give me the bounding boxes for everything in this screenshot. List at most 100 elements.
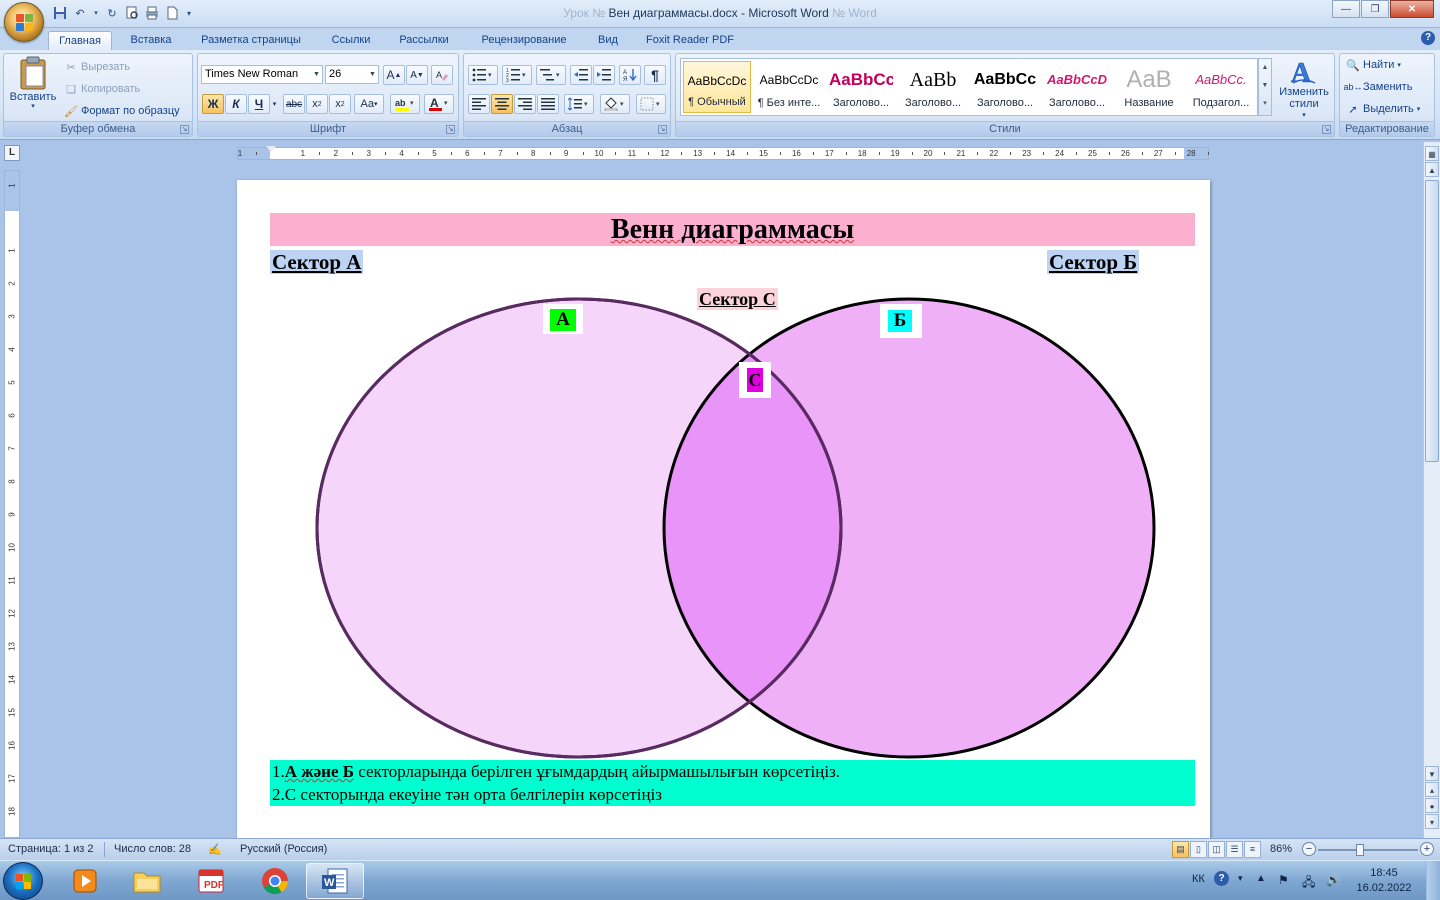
- taskbar-chrome[interactable]: [246, 863, 304, 899]
- align-left-button[interactable]: [468, 94, 490, 114]
- taskbar-explorer[interactable]: [118, 863, 176, 899]
- tab-mailings[interactable]: Рассылки: [390, 31, 458, 50]
- align-center-button[interactable]: [491, 94, 513, 114]
- format-painter-button[interactable]: 🖌 Формат по образцу: [64, 104, 180, 118]
- system-clock[interactable]: 18:45 16.02.2022: [1352, 866, 1416, 896]
- styles-gallery-scroll[interactable]: ▲ ▼ ▾: [1258, 58, 1272, 116]
- clipboard-dialog-launcher[interactable]: ↘: [180, 125, 189, 134]
- tray-dropdown-icon[interactable]: ▾: [1238, 873, 1243, 884]
- cut-button[interactable]: ✂ Вырезать: [64, 60, 130, 74]
- find-button[interactable]: 🔍 Найти ▾: [1346, 58, 1401, 72]
- highlight-button[interactable]: ab ▾: [390, 94, 420, 114]
- justify-button[interactable]: [537, 94, 559, 114]
- replace-button[interactable]: ab↔ Заменить: [1344, 80, 1413, 94]
- paragraph-dialog-launcher[interactable]: ↘: [658, 125, 667, 134]
- underline-dropdown-icon[interactable]: ▾: [270, 94, 279, 114]
- superscript-button[interactable]: x2: [329, 94, 351, 114]
- shrink-font-button[interactable]: A ▼: [406, 65, 428, 85]
- font-size-combo[interactable]: 26 ▼: [325, 65, 379, 84]
- volume-icon[interactable]: 🔊: [1326, 873, 1341, 887]
- help-tray-icon[interactable]: ?: [1214, 871, 1229, 886]
- chevron-down-icon[interactable]: ▼: [1259, 77, 1271, 95]
- taskbar-presentation-app[interactable]: PDF: [182, 863, 240, 899]
- italic-button[interactable]: К: [225, 94, 247, 114]
- tab-home[interactable]: Главная: [48, 31, 112, 50]
- styles-dialog-launcher[interactable]: ↘: [1322, 125, 1331, 134]
- browse-object-icon[interactable]: ●: [1425, 798, 1439, 813]
- clear-formatting-button[interactable]: A: [431, 65, 453, 85]
- restore-button[interactable]: ❐: [1361, 0, 1389, 18]
- sort-button[interactable]: AЯ: [619, 65, 641, 85]
- word-count[interactable]: Число слов: 28: [114, 843, 191, 855]
- shading-button[interactable]: ▾: [600, 94, 630, 114]
- office-button[interactable]: [4, 2, 44, 42]
- copy-button[interactable]: ❏ Копировать: [64, 82, 140, 96]
- underline-button[interactable]: Ч: [248, 94, 270, 114]
- subscript-button[interactable]: x2: [306, 94, 328, 114]
- close-button[interactable]: ✕: [1390, 0, 1434, 18]
- print-layout-view-button[interactable]: ▤: [1172, 841, 1189, 858]
- taskbar-word[interactable]: W: [306, 863, 364, 899]
- zoom-out-icon[interactable]: −: [1302, 842, 1316, 856]
- start-button[interactable]: [3, 862, 43, 900]
- numbering-button[interactable]: 1 2 3 ▾: [502, 65, 532, 85]
- scrollbar-thumb[interactable]: [1425, 180, 1439, 462]
- tab-references[interactable]: Ссылки: [322, 31, 380, 50]
- line-spacing-button[interactable]: ▾: [564, 94, 594, 114]
- zoom-in-icon[interactable]: +: [1420, 842, 1434, 856]
- next-page-icon[interactable]: ▾: [1425, 814, 1439, 829]
- tab-insert[interactable]: Вставка: [122, 31, 180, 50]
- network-icon[interactable]: 🖧: [1302, 873, 1315, 894]
- indent-marker[interactable]: [266, 146, 276, 152]
- style-heading-4[interactable]: AaBbCcD Заголово...: [1043, 61, 1111, 113]
- full-screen-reading-button[interactable]: ▯: [1190, 841, 1207, 858]
- minimize-button[interactable]: —: [1332, 0, 1360, 18]
- multilevel-list-button[interactable]: ▾: [536, 65, 566, 85]
- font-color-button[interactable]: A ▾: [424, 94, 454, 114]
- change-case-button[interactable]: Aa ▾: [354, 94, 384, 114]
- scroll-down-icon[interactable]: ▼: [1425, 766, 1439, 781]
- increase-indent-button[interactable]: [593, 65, 615, 85]
- style-heading-3[interactable]: AaBbCc Заголово...: [971, 61, 1039, 113]
- show-hidden-icons-icon[interactable]: ▲: [1256, 873, 1266, 884]
- select-button[interactable]: ➚ Выделить ▾: [1346, 102, 1420, 116]
- tab-review[interactable]: Рецензирование: [468, 31, 580, 50]
- tab-view[interactable]: Вид: [590, 31, 626, 50]
- outline-view-button[interactable]: ☰: [1226, 841, 1243, 858]
- previous-page-icon[interactable]: ▴: [1425, 782, 1439, 797]
- borders-button[interactable]: ▾: [636, 94, 666, 114]
- ruler-toggle-icon[interactable]: ▦: [1425, 146, 1439, 161]
- tab-stop-selector[interactable]: L: [4, 145, 20, 161]
- style-heading-1[interactable]: AaBbCc Заголово...: [827, 61, 895, 113]
- bullets-button[interactable]: ▾: [468, 65, 498, 85]
- style-subtitle[interactable]: AaBbCc. Подзагол...: [1187, 61, 1255, 113]
- web-layout-button[interactable]: ◫: [1208, 841, 1225, 858]
- input-language-indicator[interactable]: КК: [1192, 873, 1205, 885]
- draft-view-button[interactable]: ≡: [1244, 841, 1261, 858]
- vertical-ruler[interactable]: 112345678910111213141516171819: [4, 170, 20, 838]
- tab-foxit-pdf[interactable]: Foxit Reader PDF: [636, 31, 744, 50]
- zoom-slider-thumb[interactable]: [1356, 844, 1365, 856]
- align-right-button[interactable]: [514, 94, 536, 114]
- show-marks-button[interactable]: ¶: [644, 65, 666, 85]
- style-no-spacing[interactable]: AaBbCcDc ¶ Без инте...: [755, 61, 823, 113]
- tab-page-layout[interactable]: Разметка страницы: [190, 31, 312, 50]
- vertical-scrollbar[interactable]: ▦ ▲ ▼ ▴ ● ▾: [1423, 142, 1440, 838]
- font-dialog-launcher[interactable]: ↘: [446, 125, 455, 134]
- style-title[interactable]: AaB Название: [1115, 61, 1183, 113]
- font-name-combo[interactable]: Times New Roman ▼: [201, 65, 323, 84]
- zoom-level[interactable]: 86%: [1270, 843, 1292, 855]
- chevron-up-icon[interactable]: ▲: [1259, 59, 1271, 77]
- horizontal-ruler[interactable]: 1 1 2 3 4 5 6 7 8 9 10 11 12 13 14 15 16 17 18 19 20 21 22 23 24…: [237, 146, 1209, 160]
- document-page[interactable]: Венн диаграммасы Сектор А Сектор Б Секто…: [237, 180, 1210, 838]
- action-center-flag-icon[interactable]: ⚑: [1278, 873, 1289, 887]
- zoom-slider[interactable]: [1318, 844, 1418, 856]
- show-desktop-button[interactable]: [1426, 861, 1440, 900]
- change-styles-button[interactable]: A Изменить стили ▾: [1276, 56, 1332, 122]
- more-styles-icon[interactable]: ▾: [1259, 95, 1271, 113]
- grow-font-button[interactable]: A ▲: [383, 65, 405, 85]
- strikethrough-button[interactable]: abc: [283, 94, 305, 114]
- help-icon[interactable]: ?: [1421, 31, 1435, 45]
- decrease-indent-button[interactable]: [570, 65, 592, 85]
- bold-button[interactable]: Ж: [202, 94, 224, 114]
